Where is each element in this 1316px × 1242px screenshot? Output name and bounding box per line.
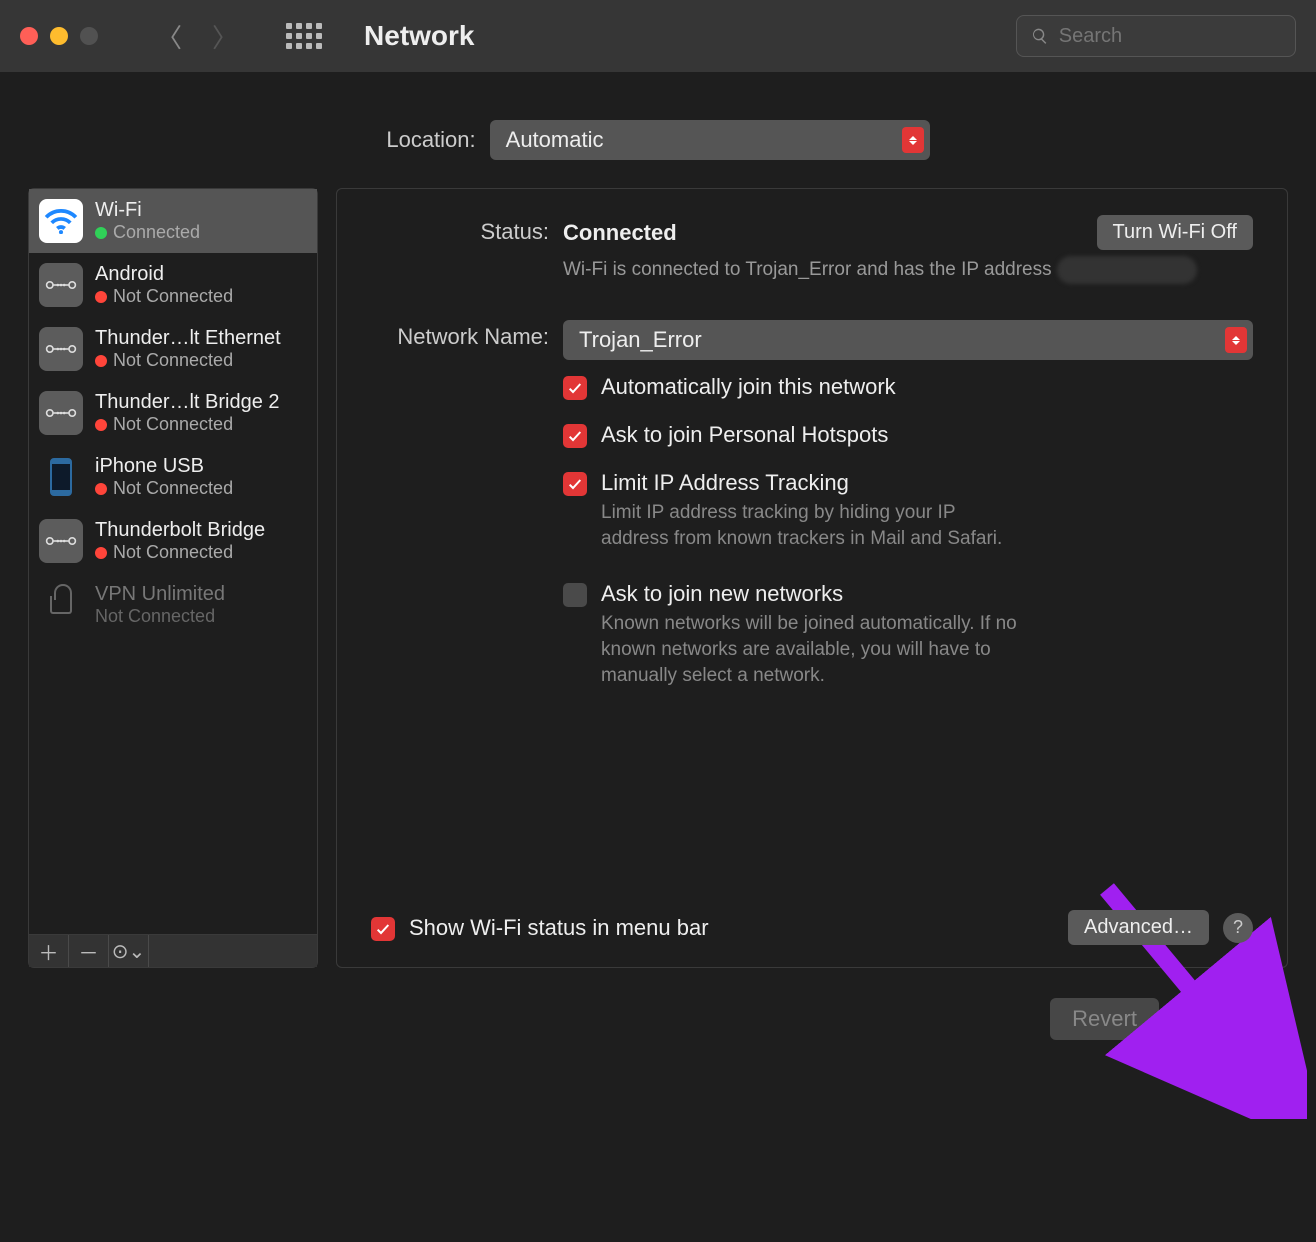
checkbox-unchecked-icon (563, 583, 587, 607)
close-window-icon[interactable] (20, 27, 38, 45)
location-value: Automatic (506, 127, 604, 153)
status-dot-icon (95, 547, 107, 559)
chevron-updown-icon (902, 127, 924, 153)
interface-detail-pane: Status: Connected Turn Wi-Fi Off Wi-Fi i… (336, 188, 1288, 968)
search-icon (1031, 26, 1049, 46)
sidebar-item-thunder-lt-bridge-2[interactable]: Thunder…lt Bridge 2Not Connected (29, 381, 317, 445)
location-label: Location: (386, 127, 475, 153)
eth-icon (39, 391, 83, 435)
advanced-button[interactable]: Advanced… (1068, 910, 1209, 945)
interface-status: Not Connected (95, 286, 233, 307)
sidebar-item-thunderbolt-bridge[interactable]: Thunderbolt BridgeNot Connected (29, 509, 317, 573)
minimize-window-icon[interactable] (50, 27, 68, 45)
zoom-window-icon[interactable] (80, 27, 98, 45)
lock-icon (39, 583, 83, 627)
interface-name: Thunderbolt Bridge (95, 519, 265, 542)
eth-icon (39, 519, 83, 563)
network-name-label: Network Name: (371, 320, 549, 350)
all-preferences-icon[interactable] (286, 23, 322, 49)
auto-join-checkbox-row[interactable]: Automatically join this network (563, 374, 1253, 400)
interface-status: Not Connected (95, 350, 281, 371)
interface-name: Wi-Fi (95, 199, 200, 222)
search-field-wrap[interactable] (1016, 15, 1296, 57)
sidebar-footer: ＋ － ⊙⌄ (29, 934, 317, 967)
sidebar-item-vpn-unlimited[interactable]: VPN UnlimitedNot Connected (29, 573, 317, 637)
interface-name: VPN Unlimited (95, 583, 225, 606)
ip-address-redacted (1057, 256, 1197, 284)
interfaces-sidebar: Wi-FiConnectedAndroidNot ConnectedThunde… (28, 188, 318, 968)
location-row: Location: Automatic (0, 120, 1316, 160)
eth-icon (39, 327, 83, 371)
window-title: Network (364, 20, 474, 52)
status-dot-icon (95, 291, 107, 303)
eth-icon (39, 263, 83, 307)
revert-button[interactable]: Revert (1050, 998, 1159, 1040)
chevron-updown-icon (1225, 327, 1247, 353)
sidebar-item-iphone-usb[interactable]: iPhone USBNot Connected (29, 445, 317, 509)
interface-status: Not Connected (95, 414, 280, 435)
search-input[interactable] (1059, 25, 1281, 48)
sidebar-item-wi-fi[interactable]: Wi-FiConnected (29, 189, 317, 253)
phone-icon (39, 455, 83, 499)
forward-icon[interactable]: 〉 (212, 18, 238, 55)
status-dot-icon (95, 227, 107, 239)
status-description: Wi-Fi is connected to Trojan_Error and h… (563, 256, 1253, 284)
interface-status: Not Connected (95, 606, 225, 627)
status-dot-icon (95, 419, 107, 431)
interface-name: Android (95, 263, 233, 286)
add-interface-button[interactable]: ＋ (29, 935, 69, 967)
status-dot-icon (95, 355, 107, 367)
interface-actions-button[interactable]: ⊙⌄ (109, 935, 149, 967)
show-menubar-checkbox-row[interactable]: Show Wi-Fi status in menu bar (371, 915, 709, 941)
window-toolbar: 〈 〉 Network (0, 0, 1316, 72)
apply-button[interactable]: Apply (1177, 998, 1276, 1040)
window-footer: Revert Apply (0, 968, 1316, 1040)
checkbox-checked-icon (563, 424, 587, 448)
network-name-select[interactable]: Trojan_Error (563, 320, 1253, 360)
interface-status: Not Connected (95, 542, 265, 563)
network-name-value: Trojan_Error (579, 327, 702, 353)
interface-status: Not Connected (95, 478, 233, 499)
status-label: Status: (371, 215, 549, 245)
status-value: Connected (563, 220, 677, 246)
checkbox-checked-icon (563, 376, 587, 400)
traffic-lights (20, 27, 98, 45)
help-button[interactable]: ? (1223, 913, 1253, 943)
ask-new-checkbox-row[interactable]: Ask to join new networks Known networks … (563, 581, 1253, 688)
checkbox-checked-icon (371, 917, 395, 941)
interface-name: Thunder…lt Bridge 2 (95, 391, 280, 414)
limit-ip-checkbox-row[interactable]: Limit IP Address Tracking Limit IP addre… (563, 470, 1253, 551)
location-select[interactable]: Automatic (490, 120, 930, 160)
interfaces-list: Wi-FiConnectedAndroidNot ConnectedThunde… (29, 189, 317, 934)
checkbox-checked-icon (563, 472, 587, 496)
sidebar-item-android[interactable]: AndroidNot Connected (29, 253, 317, 317)
nav-arrows: 〈 〉 (156, 18, 238, 55)
remove-interface-button[interactable]: － (69, 935, 109, 967)
interface-name: Thunder…lt Ethernet (95, 327, 281, 350)
wifi-toggle-button[interactable]: Turn Wi-Fi Off (1097, 215, 1253, 250)
interface-status: Connected (95, 222, 200, 243)
interface-name: iPhone USB (95, 455, 233, 478)
status-dot-icon (95, 483, 107, 495)
ask-hotspot-checkbox-row[interactable]: Ask to join Personal Hotspots (563, 422, 1253, 448)
wifi-icon (39, 199, 83, 243)
back-icon[interactable]: 〈 (156, 18, 182, 55)
sidebar-item-thunder-lt-ethernet[interactable]: Thunder…lt EthernetNot Connected (29, 317, 317, 381)
